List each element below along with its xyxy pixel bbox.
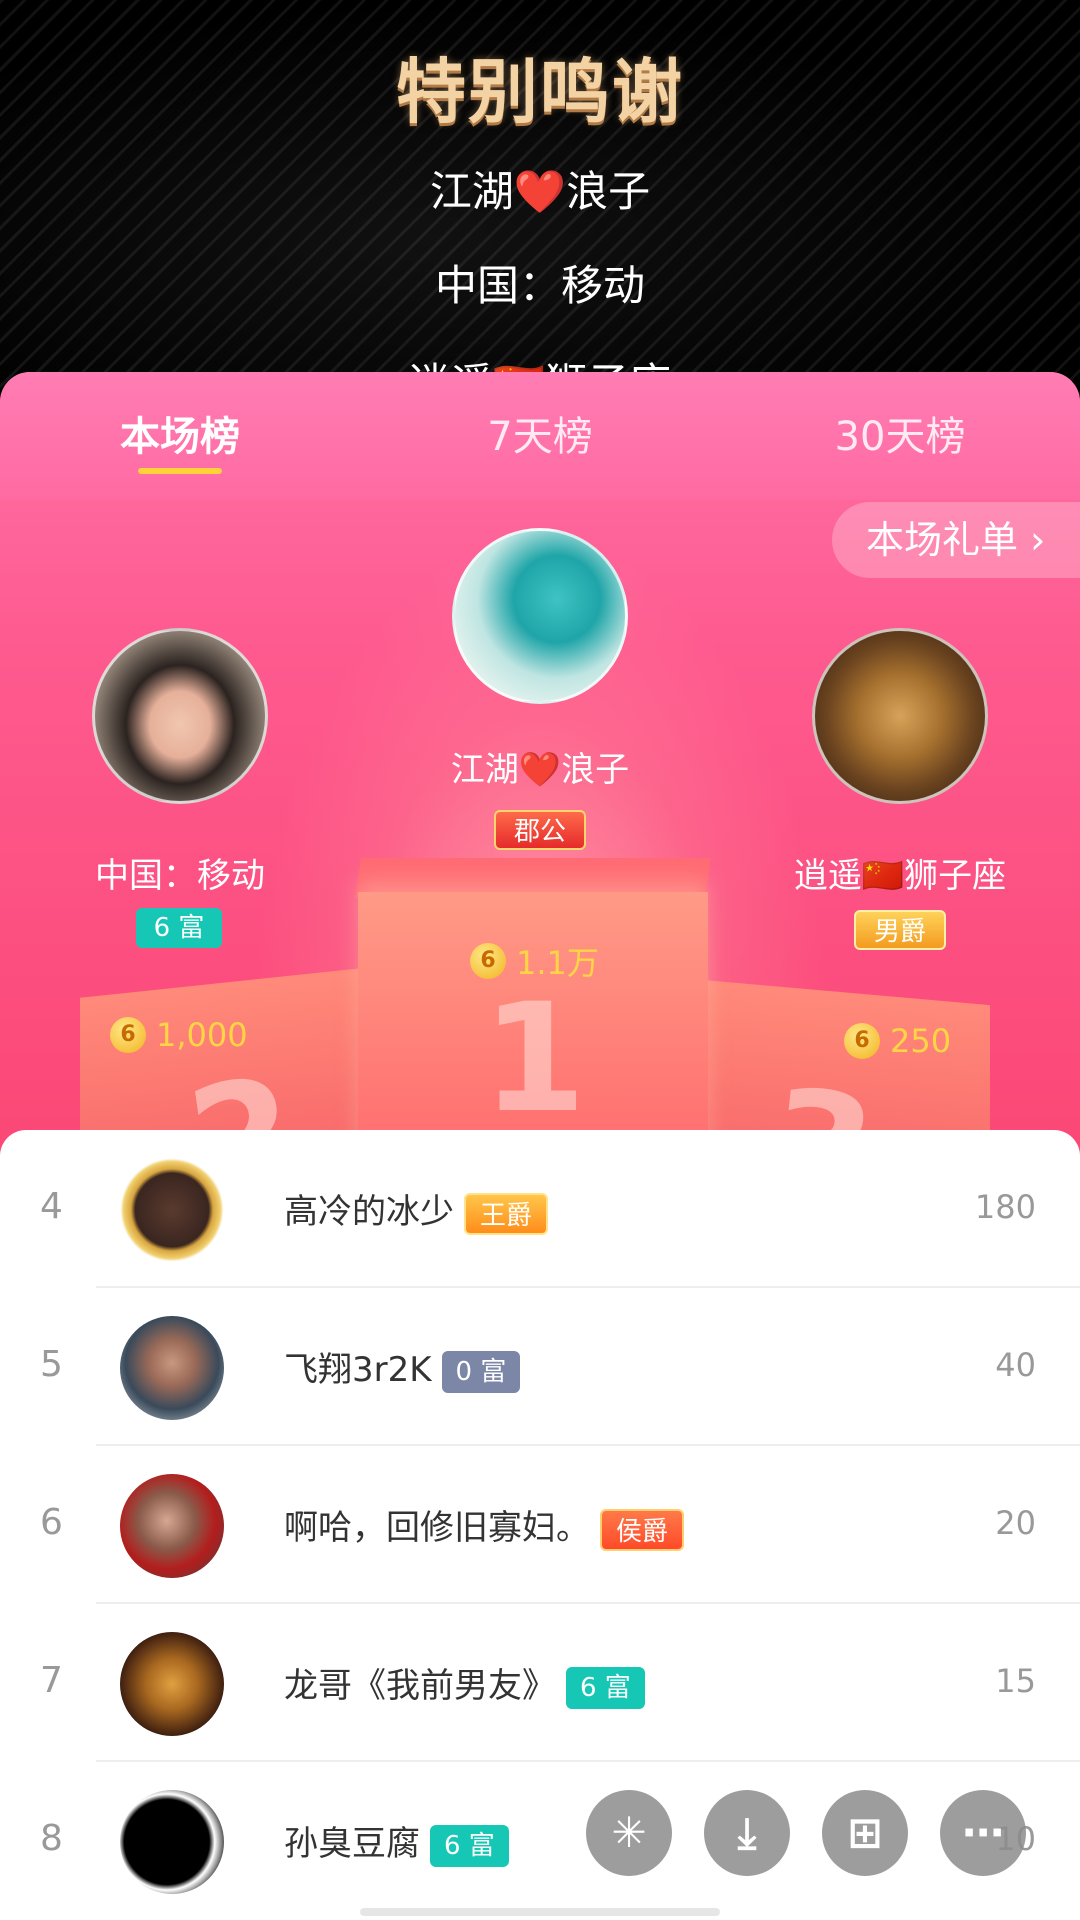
credit-line: 中国：移动 <box>434 261 645 310</box>
score: 20 <box>995 1504 1036 1542</box>
special-thanks-title: 特别鸣谢 <box>396 51 684 133</box>
gift-list-button[interactable]: 本场礼单 › <box>832 502 1080 578</box>
list-item[interactable]: 7 龙哥《我前男友》 6 富 15 <box>0 1604 1080 1762</box>
credit-line: 江湖❤️浪子 <box>429 167 651 216</box>
rank-number: 7 <box>40 1660 63 1701</box>
ranking-tabs: 本场榜 7天榜 30天榜 <box>0 372 1080 500</box>
tab-30-days[interactable]: 30天榜 <box>770 404 1030 462</box>
coin-icon: 6 <box>844 1023 880 1059</box>
first-username[interactable]: 江湖❤️浪子 <box>390 742 690 791</box>
rank-badge: 王爵 <box>464 1192 549 1235</box>
rank-number: 5 <box>40 1344 63 1385</box>
rank-badge: 侯爵 <box>600 1508 685 1551</box>
avatar[interactable] <box>120 1158 224 1262</box>
avatar-first[interactable] <box>452 528 628 704</box>
rank-badge: 0 富 <box>441 1350 521 1393</box>
username: 龙哥《我前男友》 6 富 <box>284 1658 645 1709</box>
rank-number: 8 <box>40 1818 63 1859</box>
credits-background: 特别鸣谢 江湖❤️浪子 中国：移动 逍遥🇨🇳狮子座 <box>0 0 1080 400</box>
podium-number-1: 1 <box>482 972 587 1146</box>
coin-icon: 6 <box>470 943 506 979</box>
coins-first: 6 1.1万 <box>470 938 599 984</box>
rank-badge: 6 富 <box>430 1824 509 1867</box>
username: 高冷的冰少 王爵 <box>284 1184 549 1235</box>
rank-badge-third: 男爵 <box>854 910 946 950</box>
score: 40 <box>995 1346 1036 1384</box>
grid-icon[interactable]: ⊞ <box>822 1790 908 1876</box>
more-icon[interactable]: ⋯ <box>940 1790 1026 1876</box>
second-username[interactable]: 中国：移动 <box>30 848 330 897</box>
tab-this-session[interactable]: 本场榜 <box>50 404 310 462</box>
score: 15 <box>995 1662 1036 1700</box>
list-item[interactable]: 5 飞翔3r2K 0 富 40 <box>0 1288 1080 1446</box>
rank-number: 4 <box>40 1186 63 1227</box>
avatar-second[interactable] <box>92 628 268 804</box>
avatar[interactable] <box>120 1474 224 1578</box>
avatar-third[interactable] <box>812 628 988 804</box>
avatar[interactable] <box>120 1632 224 1736</box>
username: 孙臭豆腐 6 富 <box>284 1816 509 1867</box>
tab-7-days[interactable]: 7天榜 <box>410 404 670 462</box>
rank-badge: 6 富 <box>566 1666 645 1709</box>
ranking-list: 4 高冷的冰少 王爵 180 5 飞翔3r2K 0 富 40 6 啊哈，回修旧寡妇。… <box>0 1130 1080 1920</box>
list-item[interactable]: 4 高冷的冰少 王爵 180 <box>0 1130 1080 1288</box>
rank-badge-first: 郡公 <box>494 810 586 850</box>
list-item[interactable]: 6 啊哈，回修旧寡妇。 侯爵 20 <box>0 1446 1080 1604</box>
home-indicator[interactable] <box>360 1908 720 1916</box>
coins-third: 6 250 <box>844 1020 951 1060</box>
list-item[interactable]: 8 孙臭豆腐6 富 10 <box>0 1762 1080 1920</box>
rank-number: 6 <box>40 1502 63 1543</box>
coin-icon: 6 <box>110 1017 146 1053</box>
sparkle-icon[interactable]: ✳ <box>586 1790 672 1876</box>
rank-badge-second: 6 富 <box>136 908 222 948</box>
coins-second: 6 1,000 <box>110 1014 248 1054</box>
active-tab-indicator <box>138 468 222 474</box>
avatar[interactable] <box>120 1316 224 1420</box>
score: 180 <box>974 1188 1036 1226</box>
download-icon[interactable]: ⤓ <box>704 1790 790 1876</box>
username: 啊哈，回修旧寡妇。 侯爵 <box>284 1500 685 1551</box>
avatar[interactable] <box>120 1790 224 1894</box>
username: 飞翔3r2K 0 富 <box>284 1342 521 1393</box>
third-username[interactable]: 逍遥🇨🇳狮子座 <box>750 848 1050 897</box>
